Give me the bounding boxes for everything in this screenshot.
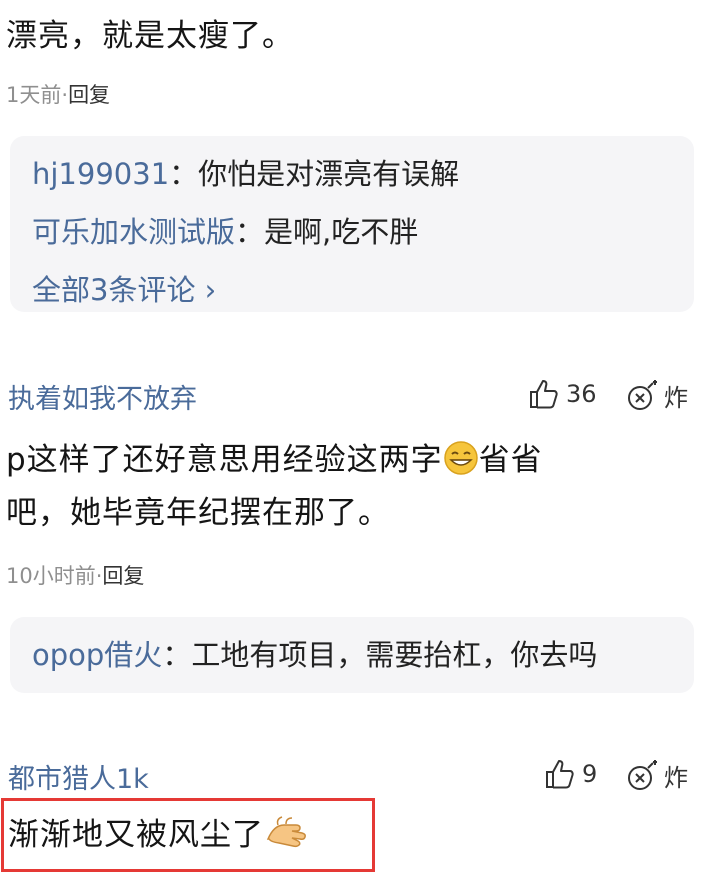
reply-text: 是啊,吃不胖 [264, 215, 419, 249]
comment-author[interactable]: 执着如我不放弃 [8, 377, 197, 416]
reply-button[interactable]: 回复 [68, 83, 110, 107]
all-replies-label[interactable]: 全部3条评论 [32, 273, 195, 307]
reply-author[interactable]: 可乐加水测试版 [32, 215, 235, 249]
comment-meta: 10小时前·回复 [6, 560, 144, 590]
comment-time: 10小时前 [6, 564, 96, 588]
comment-time: 1天前 [6, 83, 62, 107]
bomb-button[interactable]: 炸 [626, 758, 688, 793]
like-button[interactable]: 36 [528, 378, 597, 410]
comment-text-segment: 省省 [478, 442, 543, 478]
reply-separator: ： [235, 215, 265, 249]
reply-text: 你怕是对漂亮有误解 [198, 157, 460, 191]
thumbs-up-icon [546, 760, 574, 789]
reply-separator: ： [169, 157, 199, 191]
reply-item[interactable]: 可乐加水测试版：是啊,吃不胖 [32, 203, 672, 261]
comment-text-segment: 渐渐地又被风尘了 [8, 817, 264, 853]
comment-text: p这样了还好意思用经验这两字 省省 吧，她毕竟年纪摆在那了。 [6, 440, 696, 533]
bomb-label: 炸 [664, 384, 688, 412]
like-button[interactable]: 9 [544, 758, 597, 790]
reply-item[interactable]: opop借火：工地有项目，需要抬杠，你去吗 [32, 626, 672, 684]
comment-text: 漂亮，就是太瘦了。 [6, 18, 294, 54]
bomb-button[interactable]: 炸 [626, 378, 688, 413]
reply-button[interactable]: 回复 [102, 564, 144, 588]
bomb-icon [628, 759, 657, 790]
like-count: 9 [582, 760, 598, 788]
bomb-label: 炸 [664, 764, 688, 792]
comment-text-segment: p这样了还好意思用经验这两字 [6, 442, 443, 478]
reply-author[interactable]: opop借火 [32, 638, 162, 672]
chevron-right-icon: › [204, 273, 217, 307]
bomb-icon [628, 379, 657, 410]
comment-text-line: p这样了还好意思用经验这两字 省省 [6, 440, 696, 486]
like-count: 36 [566, 380, 597, 408]
thumbs-up-icon [530, 380, 558, 409]
reply-author[interactable]: hj199031 [32, 157, 169, 191]
comment-text: 渐渐地又被风尘了 [8, 815, 308, 861]
reply-separator: ： [162, 638, 192, 672]
all-replies-link[interactable]: 全部3条评论 › [32, 261, 672, 319]
grin-emoji-icon [443, 440, 479, 486]
comment-author[interactable]: 都市猎人1k [8, 757, 149, 796]
reply-item[interactable]: hj199031：你怕是对漂亮有误解 [32, 145, 672, 203]
reply-text: 工地有项目，需要抬杠，你去吗 [191, 638, 598, 672]
reply-preview-box[interactable]: hj199031：你怕是对漂亮有误解 可乐加水测试版：是啊,吃不胖 全部3条评论… [10, 136, 694, 312]
comment-text-line: 吧，她毕竟年纪摆在那了。 [6, 495, 390, 531]
clap-emoji-icon [264, 815, 308, 861]
comment-meta: 1天前·回复 [6, 79, 110, 109]
reply-preview-box[interactable]: opop借火：工地有项目，需要抬杠，你去吗 [10, 617, 694, 693]
